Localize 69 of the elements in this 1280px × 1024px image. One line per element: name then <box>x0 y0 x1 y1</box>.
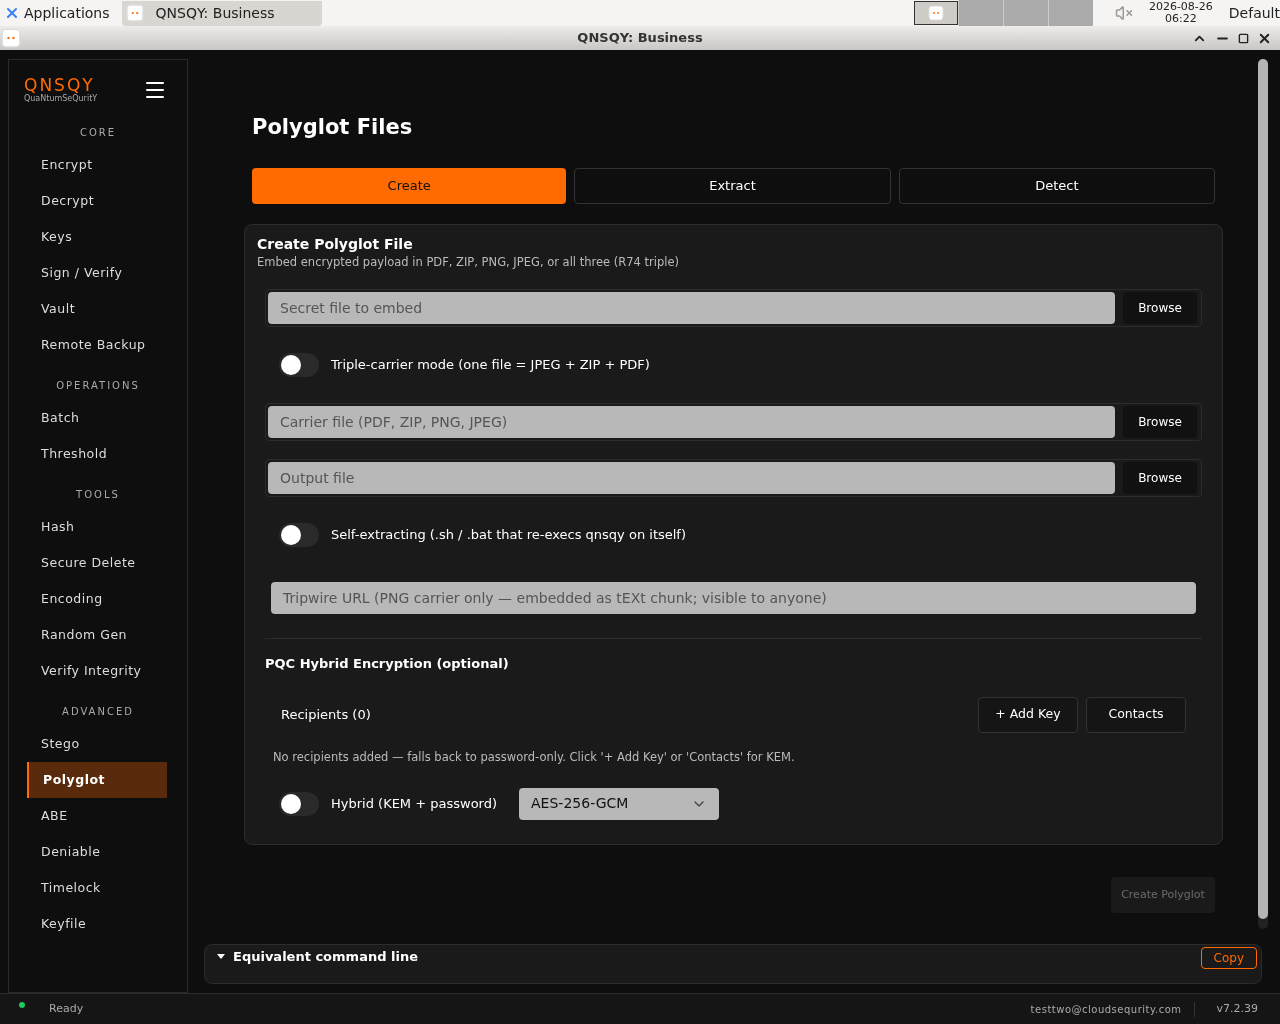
sidebar-item[interactable]: Encrypt <box>27 147 167 183</box>
sidebar-item[interactable]: Hash <box>27 509 167 545</box>
sidebar-item[interactable]: Batch <box>27 400 167 436</box>
app-icon <box>125 4 144 22</box>
section-title: PQC Hybrid Encryption (optional) <box>265 655 510 673</box>
sidebar-item[interactable]: Stego <box>27 726 167 762</box>
collapse-arrow-icon[interactable] <box>217 954 225 960</box>
copy-button[interactable]: Copy <box>1200 946 1257 969</box>
card-subtitle: Embed encrypted payload in PDF, ZIP, PNG, JPEG, or all three (R74 triple) <box>257 254 681 271</box>
window-switcher-button[interactable] <box>913 1 958 25</box>
toggle-switch[interactable] <box>279 353 319 377</box>
sidebar-item[interactable]: Polyglot <box>27 762 167 798</box>
sidebar-item[interactable]: Vault <box>27 291 167 327</box>
sidebar-item[interactable]: Timelock <box>27 870 167 906</box>
sidebar-item[interactable]: Verify Integrity <box>27 653 167 689</box>
keyboard-layout[interactable]: Default <box>1228 2 1280 24</box>
card-title: Create Polyglot File <box>257 235 414 253</box>
sidebar-item[interactable]: Secure Delete <box>27 545 167 581</box>
status-text: Ready <box>49 1000 84 1017</box>
maximize-button[interactable] <box>1238 32 1249 44</box>
browse-button[interactable]: Browse <box>1123 292 1197 324</box>
toggle-label: Hybrid (KEM + password) <box>331 795 498 813</box>
sidebar-item[interactable]: Deniable <box>27 834 167 870</box>
toggle-switch[interactable] <box>279 523 319 547</box>
file-field[interactable]: Carrier file (PDF, ZIP, PNG, JPEG) <box>268 406 1115 438</box>
section-heading: CORE <box>78 126 118 140</box>
muted-speaker-icon[interactable] <box>1114 4 1133 22</box>
applications-icon <box>4 5 20 21</box>
taskbar-task[interactable]: QNSQY: Business <box>121 0 322 26</box>
sidebar-item[interactable]: Threshold <box>27 436 167 472</box>
section-heading: TOOLS <box>75 488 121 502</box>
logo: QNSQY <box>24 76 95 94</box>
panel-title: Equivalent command line <box>233 947 418 966</box>
sidebar-item[interactable]: Sign / Verify <box>27 255 167 291</box>
tab[interactable]: Extract <box>574 168 891 204</box>
add-key-button[interactable]: + Add Key <box>978 696 1078 733</box>
toggle-switch[interactable] <box>279 791 319 816</box>
text-field[interactable]: Tripwire URL (PNG carrier only — embedded as tEXt chunk; visible to anyone) <box>271 582 1196 614</box>
sidebar-item[interactable]: Keyfile <box>27 906 167 942</box>
applications-menu[interactable]: Applications <box>0 0 114 26</box>
toggle-label: Self-extracting (.sh / .bat that re-execs qnsqy on itself) <box>331 526 686 545</box>
version: v7.2.39 <box>1215 1000 1259 1017</box>
section-heading: OPERATIONS <box>55 379 141 393</box>
sidebar-item[interactable]: ABE <box>27 798 167 834</box>
browse-button[interactable]: Browse <box>1123 406 1197 438</box>
recipients-count: Recipients (0) <box>281 705 371 724</box>
toggle-label: Triple-carrier mode (one file = JPEG + ZIP + PDF) <box>331 356 650 375</box>
clock: 2026-08-26 06:22 <box>1148 1 1213 25</box>
recipients-note: No recipients added — falls back to password-only. Click '+ Add Key' or 'Contacts' for KEM. <box>273 748 796 766</box>
file-field[interactable]: Output file <box>268 462 1115 494</box>
page-title: Polyglot Files <box>251 114 414 140</box>
app-icon <box>927 5 944 21</box>
sidebar-item[interactable]: Decrypt <box>27 183 167 219</box>
file-field[interactable]: Secret file to embed <box>268 292 1115 324</box>
sidebar-item[interactable]: Remote Backup <box>27 327 167 363</box>
sidebar-item[interactable]: Random Gen <box>27 617 167 653</box>
sidebar-item[interactable]: Encoding <box>27 581 167 617</box>
user-email: testtwo@cloudsequrity.com <box>1030 1001 1195 1017</box>
scrollbar[interactable] <box>1258 59 1268 929</box>
window-title: QNSQY: Business <box>576 29 704 48</box>
section-heading: ADVANCED <box>61 705 135 719</box>
tab[interactable]: Create <box>252 168 567 204</box>
tab[interactable]: Detect <box>898 168 1215 204</box>
browse-button[interactable]: Browse <box>1123 462 1197 494</box>
logo-tagline: QuaNtumSeQuritY <box>24 94 98 104</box>
sidebar-item[interactable]: Keys <box>27 219 167 255</box>
contacts-button[interactable]: Contacts <box>1086 696 1186 733</box>
app-icon <box>1 28 21 48</box>
cipher-select[interactable]: AES-256-GCM <box>519 787 720 820</box>
